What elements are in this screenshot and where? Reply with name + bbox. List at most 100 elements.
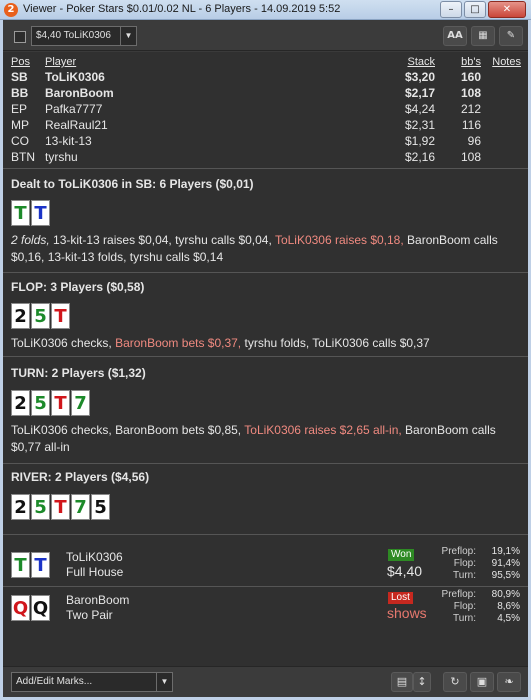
up-down-icon[interactable]: ↕	[413, 672, 431, 692]
card: T	[11, 200, 30, 226]
refresh-icon[interactable]: ↻	[443, 672, 467, 692]
equity-label: Flop:	[453, 558, 476, 569]
col-header-pos[interactable]: Pos	[11, 55, 45, 69]
marks-label: Add/Edit Marks...	[16, 676, 93, 687]
players-table: Pos Player Stack bb's Notes SB ToLiK0306…	[11, 55, 521, 165]
table-row[interactable]: EP Pafka7777 $4,24 212	[11, 101, 521, 117]
calculator-icon[interactable]: ▤	[391, 672, 413, 692]
row-bbs: 108	[460, 150, 481, 164]
hero-hole-cards: T T	[11, 200, 51, 226]
col-header-notes[interactable]: Notes	[481, 55, 521, 69]
action-text: tyrshu folds, ToLiK0306 calls $0,37	[241, 336, 430, 350]
flop-cards: 2 5 T	[11, 303, 71, 329]
result-player-name[interactable]: BaronBoom	[66, 593, 129, 607]
minimize-button[interactable]: –	[440, 1, 462, 18]
result-player-name[interactable]: ToLiK0306	[66, 550, 123, 564]
result-hand-rank: Full House	[66, 565, 124, 579]
row-stack: $1,92	[404, 134, 435, 148]
table-row[interactable]: BTN tyrshu $2,16 108	[11, 149, 521, 165]
grid-icon[interactable]: ▦	[471, 26, 495, 46]
divider	[3, 463, 528, 464]
equity-label: Preflop:	[441, 546, 476, 557]
table-row[interactable]: BB BaronBoom $2,17 108	[11, 85, 521, 101]
equity-value: 91,4%	[491, 558, 520, 569]
row-player[interactable]: RealRaul21	[45, 117, 345, 133]
col-header-stack[interactable]: Stack	[345, 55, 435, 69]
chevron-down-icon: ▼	[120, 27, 136, 45]
table-header-row: Pos Player Stack bb's Notes	[11, 55, 521, 69]
divider	[3, 356, 528, 357]
hand-history-panel: Pos Player Stack bb's Notes SB ToLiK0306…	[3, 52, 528, 666]
col-header-player[interactable]: Player	[45, 55, 345, 69]
pencil-icon[interactable]: ✎	[499, 26, 523, 46]
winner-hole-cards: T T	[11, 552, 51, 578]
chevron-down-icon: ▼	[156, 673, 172, 691]
preflop-actions: 2 folds, 13-kit-13 raises $0,04, tyrshu …	[11, 232, 516, 266]
save-icon[interactable]: ▣	[470, 672, 494, 692]
maximize-button[interactable]: □	[464, 1, 486, 18]
divider	[3, 534, 528, 535]
won-badge: Won	[388, 549, 415, 561]
row-bbs: 160	[460, 70, 481, 84]
row-pos: EP	[11, 102, 28, 116]
row-notes[interactable]	[481, 117, 521, 133]
table-row[interactable]: CO 13-kit-13 $1,92 96	[11, 133, 521, 149]
hero-action: ToLiK0306 raises $0,18,	[274, 233, 404, 247]
equity-value: 80,9%	[491, 589, 520, 600]
action-text: ToLiK0306 checks,	[11, 336, 116, 350]
row-notes[interactable]	[481, 149, 521, 165]
col-header-bbs[interactable]: bb's	[435, 55, 481, 69]
card: Q	[11, 595, 30, 621]
divider	[3, 272, 528, 273]
card: T	[51, 303, 70, 329]
row-player[interactable]: Pafka7777	[45, 101, 345, 117]
row-bbs: 212	[460, 102, 481, 116]
row-player[interactable]: tyrshu	[45, 149, 345, 165]
villain-action: BaronBoom bets $0,37,	[115, 336, 242, 350]
marks-dropdown[interactable]: Add/Edit Marks... ▼	[11, 672, 173, 692]
row-stack: $2,17	[404, 86, 435, 100]
hand-select-dropdown[interactable]: $4,40 ToLiK0306 ▼	[31, 26, 137, 46]
app-logo-icon: 2	[4, 3, 18, 17]
hero-action: ToLiK0306 raises $2,65 all-in,	[244, 423, 402, 437]
action-text: 13-kit-13 raises $0,04, tyrshu calls $0,…	[49, 233, 275, 247]
lost-badge: Lost	[388, 592, 413, 604]
row-player[interactable]: BaronBoom	[45, 85, 345, 101]
equity-value: 19,1%	[491, 546, 520, 557]
font-size-button[interactable]: AA	[443, 26, 467, 46]
row-notes[interactable]	[481, 133, 521, 149]
select-checkbox[interactable]	[14, 31, 26, 43]
row-bbs: 116	[461, 118, 481, 132]
twitter-icon[interactable]: ❧	[497, 672, 521, 692]
loser-hole-cards: Q Q	[11, 595, 51, 621]
card: T	[51, 390, 70, 416]
won-amount: $4,40	[387, 563, 423, 579]
preflop-title: Dealt to ToLiK0306 in SB: 6 Players ($0,…	[11, 177, 254, 191]
title-bar: 2 Viewer - Poker Stars $0.01/0.02 NL - 6…	[0, 0, 531, 20]
equity-stats: Preflop: 80,9% Flop: 8,6% Turn: 4,5%	[420, 589, 520, 625]
table-row[interactable]: SB ToLiK0306 $3,20 160	[11, 69, 521, 85]
equity-label: Turn:	[453, 613, 476, 624]
card: 5	[91, 494, 110, 520]
row-pos: BTN	[11, 150, 35, 164]
window-title: Viewer - Poker Stars $0.01/0.02 NL - 6 P…	[23, 3, 341, 15]
close-button[interactable]: ✕	[488, 1, 526, 18]
card: 2	[11, 390, 30, 416]
row-notes[interactable]	[481, 69, 521, 85]
row-stack: $4,24	[404, 102, 435, 116]
row-player[interactable]: 13-kit-13	[45, 133, 345, 149]
row-pos: MP	[11, 118, 29, 132]
card: T	[31, 552, 50, 578]
row-pos: CO	[11, 134, 29, 148]
row-notes[interactable]	[481, 101, 521, 117]
card: 5	[31, 390, 50, 416]
row-bbs: 96	[467, 134, 481, 148]
card: 5	[31, 303, 50, 329]
divider	[3, 586, 528, 587]
row-notes[interactable]	[481, 85, 521, 101]
equity-label: Turn:	[453, 570, 476, 581]
turn-cards: 2 5 T 7	[11, 390, 91, 416]
row-pos: SB	[11, 70, 28, 84]
row-player[interactable]: ToLiK0306	[45, 69, 345, 85]
table-row[interactable]: MP RealRaul21 $2,31 116	[11, 117, 521, 133]
